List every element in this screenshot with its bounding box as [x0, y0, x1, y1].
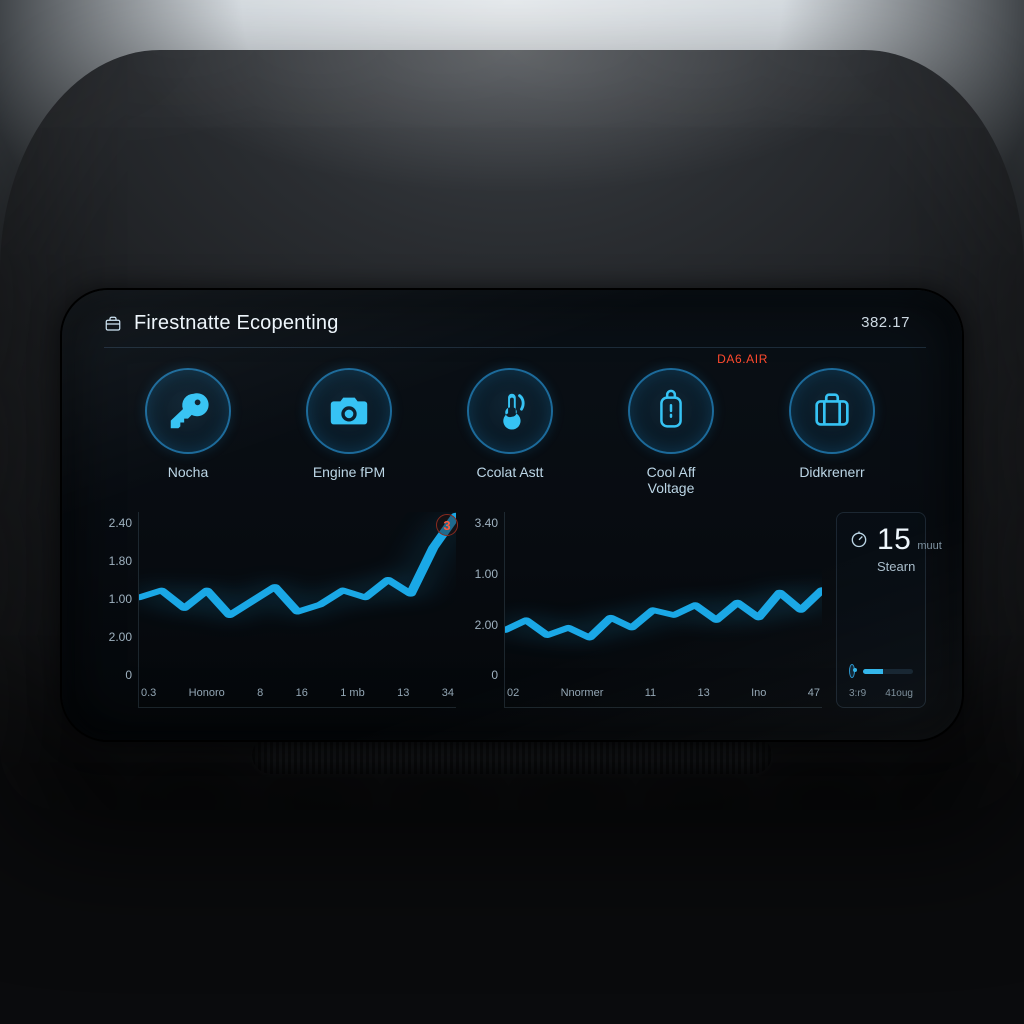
metric-label: Nocha: [168, 464, 208, 480]
metric-label: Ccolat Astt: [477, 464, 544, 480]
case-icon: [789, 368, 875, 454]
metric-engine-rpm[interactable]: Engine fPM: [283, 368, 415, 496]
charts-row: 2.40 1.80 1.00 2.00 0 0.3 Honoro 8 16 1 …: [104, 512, 926, 708]
side-unit: muut: [917, 540, 941, 552]
side-value: 15: [877, 523, 911, 557]
chart-right-yaxis: 3.40 1.00 2.00 0: [470, 512, 504, 708]
temp-icon: [467, 368, 553, 454]
chart-right[interactable]: 3.40 1.00 2.00 0 02 Nnormer 11 13 Ino 47: [470, 512, 822, 708]
instrument-screen: Firestnatte Ecopenting 382.17 DA6.AIR No…: [62, 290, 962, 740]
metric-label: Cool Aff Voltage: [647, 464, 696, 496]
metric-voltage[interactable]: Cool Aff Voltage: [605, 368, 737, 496]
clock-readout: 382.17: [861, 314, 910, 331]
chart-right-line: [505, 590, 822, 638]
side-sub-label: Stearn: [849, 559, 913, 574]
key-icon: [145, 368, 231, 454]
metric-coolant[interactable]: Ccolat Astt: [444, 368, 576, 496]
battery-icon: [628, 368, 714, 454]
chart-left-line: [139, 516, 456, 616]
metric-label: Didkrenerr: [799, 464, 864, 480]
camera-icon: [306, 368, 392, 454]
chart-right-xaxis: 02 Nnormer 11 13 Ino 47: [505, 687, 822, 707]
screen-header: Firestnatte Ecopenting 382.17: [104, 312, 926, 348]
side-progress-row: [849, 660, 913, 682]
chart-left[interactable]: 2.40 1.80 1.00 2.00 0 0.3 Honoro 8 16 1 …: [104, 512, 456, 708]
chart-left-yaxis: 2.40 1.80 1.00 2.00 0: [104, 512, 138, 708]
speaker-grille: [252, 736, 772, 774]
gauge-icon: [849, 529, 869, 549]
dot-icon: [849, 664, 855, 678]
metric-distance[interactable]: Didkrenerr: [766, 368, 898, 496]
progress-bar: [863, 669, 913, 674]
page-title: Firestnatte Ecopenting: [134, 312, 339, 335]
briefcase-icon: [104, 315, 122, 333]
side-xaxis: 3:r9 41oug: [849, 688, 913, 699]
metric-label: Engine fPM: [313, 464, 385, 480]
metric-icons-row: DA6.AIR Nocha Engine fPM: [104, 348, 926, 502]
chart-left-xaxis: 0.3 Honoro 8 16 1 mb 13 34: [139, 687, 456, 707]
alert-tag: DA6.AIR: [717, 352, 768, 366]
side-card[interactable]: 15 muut Stearn 3:r9 41oug: [836, 512, 926, 708]
metric-nocha[interactable]: Nocha: [122, 368, 254, 496]
